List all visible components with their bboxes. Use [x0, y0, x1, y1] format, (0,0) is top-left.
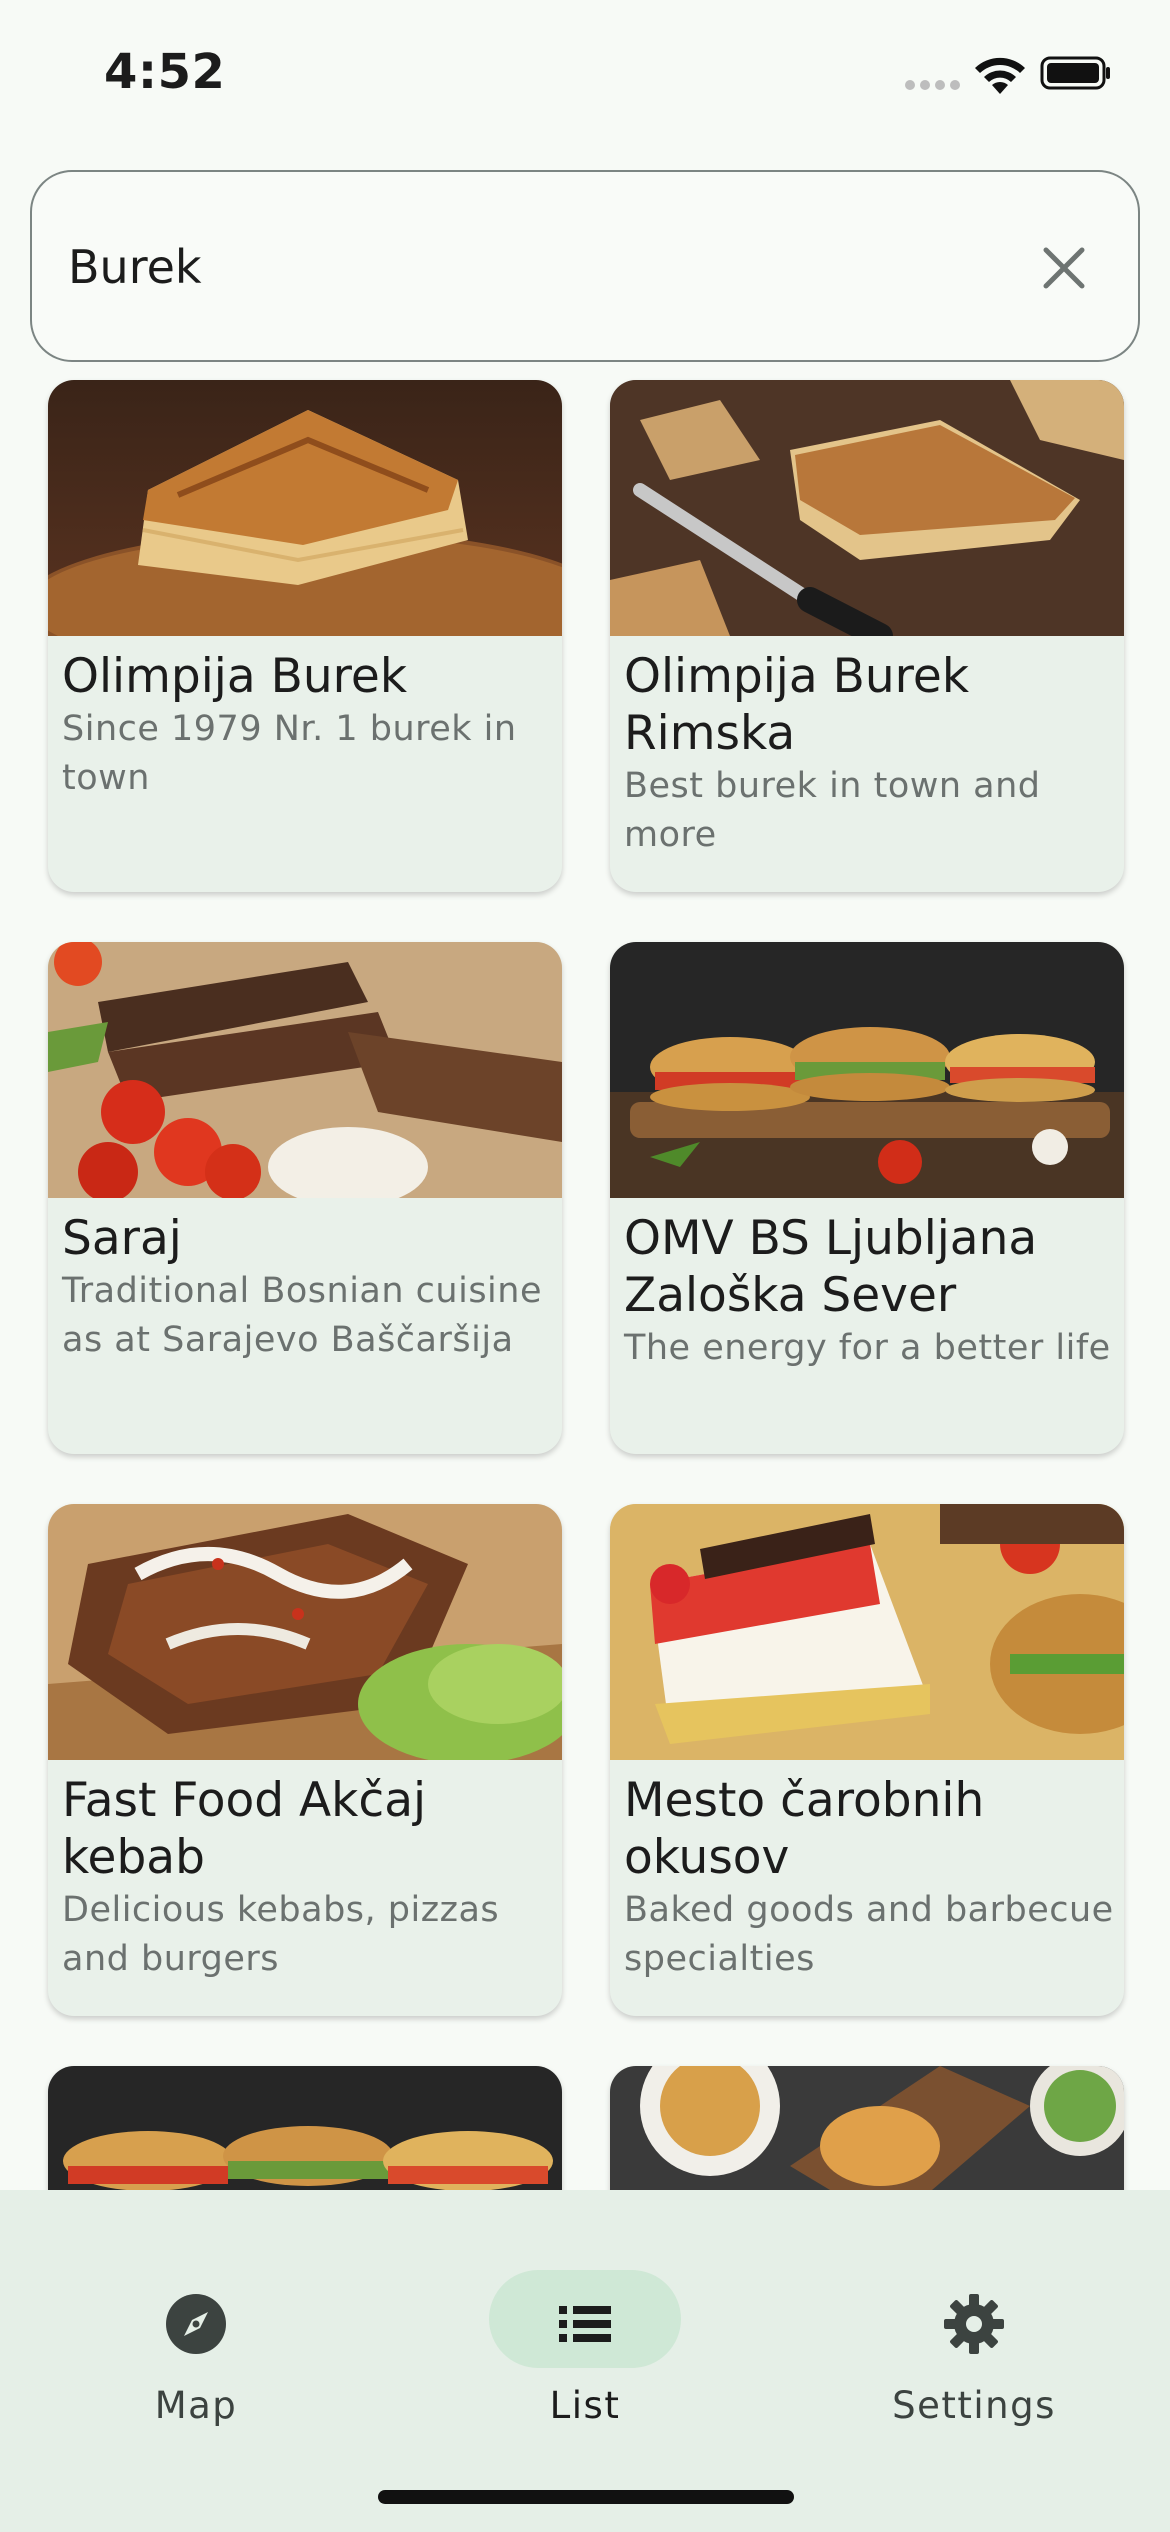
restaurant-description: Traditional Bosnian cuisine as at Saraje…: [62, 1271, 543, 1360]
nav-label: Settings: [892, 2384, 1056, 2427]
kebab-photo: [48, 1504, 562, 1760]
restaurant-name: Saraj: [62, 1211, 182, 1266]
list-icon: [559, 2306, 611, 2342]
burek-knife-photo: [610, 380, 1124, 636]
gear-icon: [944, 2294, 1004, 2354]
cake-burger-photo: [610, 1504, 1124, 1760]
wifi-icon: [975, 57, 1025, 94]
restaurant-info: Fast Food Akčaj kebab Delicious kebabs, …: [62, 1772, 552, 1984]
restaurant-info: Saraj Traditional Bosnian cuisine as at …: [62, 1210, 552, 1365]
clear-search-button[interactable]: [1030, 234, 1098, 302]
restaurant-name: Olimpija Burek: [62, 649, 408, 704]
restaurant-name: Olimpija Burek Rimska: [624, 649, 970, 761]
status-bar: 4:52: [0, 0, 1170, 150]
restaurant-info: Olimpija Burek Since 1979 Nr. 1 burek in…: [62, 648, 552, 803]
restaurant-card[interactable]: Saraj Traditional Bosnian cuisine as at …: [48, 942, 562, 1454]
nav-item-settings[interactable]: Settings: [818, 2230, 1118, 2427]
restaurant-name: Fast Food Akčaj kebab: [62, 1773, 427, 1885]
nav-label: List: [549, 2384, 621, 2427]
restaurant-card[interactable]: OMV BS Ljubljana Zaloška Sever The energ…: [610, 942, 1124, 1454]
nav-item-map[interactable]: Map: [40, 2230, 340, 2427]
home-indicator[interactable]: [378, 2490, 794, 2504]
restaurant-card[interactable]: Fast Food Akčaj kebab Delicious kebabs, …: [48, 1504, 562, 2016]
search-bar: [30, 170, 1140, 362]
restaurant-description: Since 1979 Nr. 1 burek in town: [62, 709, 517, 798]
restaurant-name: OMV BS Ljubljana Zaloška Sever: [624, 1211, 1038, 1323]
nav-label: Map: [154, 2384, 238, 2427]
status-time: 4:52: [104, 44, 226, 100]
cellular-signal-icon: [905, 80, 961, 92]
restaurant-card[interactable]: Olimpija Burek Since 1979 Nr. 1 burek in…: [48, 380, 562, 892]
burek-slice-photo: [48, 380, 562, 636]
nav-item-list[interactable]: List: [429, 2230, 729, 2427]
restaurant-description: Delicious kebabs, pizzas and burgers: [62, 1890, 500, 1979]
restaurant-description: The energy for a better life: [624, 1328, 1111, 1368]
battery-full-icon: [1040, 56, 1110, 90]
restaurant-description: Best burek in town and more: [624, 766, 1041, 855]
compass-icon: [166, 2294, 226, 2354]
restaurant-card[interactable]: Mesto čarobnih okusov Baked goods and ba…: [610, 1504, 1124, 2016]
restaurant-name: Mesto čarobnih okusov: [624, 1773, 985, 1885]
restaurant-info: Mesto čarobnih okusov Baked goods and ba…: [624, 1772, 1114, 1984]
grilled-meat-photo: [48, 942, 562, 1198]
restaurant-info: OMV BS Ljubljana Zaloška Sever The energ…: [624, 1210, 1114, 1373]
sandwiches-photo: [610, 942, 1124, 1198]
restaurant-info: Olimpija Burek Rimska Best burek in town…: [624, 648, 1114, 860]
search-input[interactable]: [66, 234, 966, 300]
restaurant-list-screen: 4:52 Burek Olimpija Burek Since 1979 Nr.…: [0, 0, 1170, 2532]
close-icon: [1043, 247, 1085, 289]
restaurant-description: Baked goods and barbecue specialties: [624, 1890, 1114, 1979]
restaurant-card[interactable]: Olimpija Burek Rimska Best burek in town…: [610, 380, 1124, 892]
bottom-navigation-bar: Map List Settings: [0, 2190, 1170, 2532]
